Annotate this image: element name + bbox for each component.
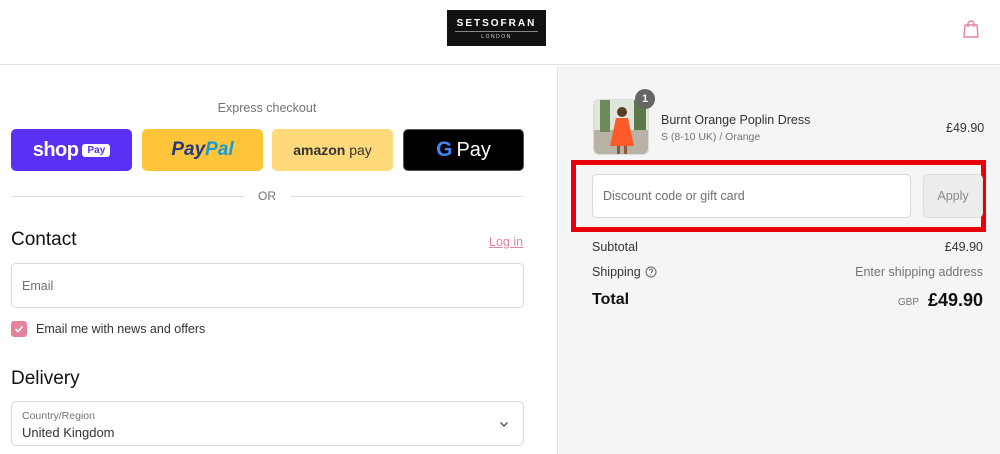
product-price: £49.90 bbox=[946, 121, 985, 135]
subtotal-label: Subtotal bbox=[592, 240, 638, 254]
shop-pay-word: shop bbox=[32, 138, 79, 161]
amazon-pay-word: pay bbox=[345, 142, 372, 158]
google-g-icon: G bbox=[436, 138, 453, 161]
express-checkout-title: Express checkout bbox=[217, 101, 317, 115]
product-name: Burnt Orange Poplin Dress bbox=[661, 113, 811, 127]
newsletter-checkbox[interactable] bbox=[11, 321, 27, 337]
divider-right bbox=[290, 196, 523, 197]
product-variant: S (8-10 UK) / Orange bbox=[661, 131, 761, 143]
amazon-word: amazon bbox=[293, 142, 346, 158]
google-pay-word: Pay bbox=[456, 138, 491, 161]
login-link[interactable]: Log in bbox=[489, 235, 523, 249]
paypal-button[interactable]: Pay Pal bbox=[142, 129, 263, 171]
apply-button[interactable]: Apply bbox=[923, 174, 983, 218]
google-pay-button[interactable]: G Pay bbox=[403, 129, 524, 171]
checkmark-icon bbox=[14, 325, 24, 333]
country-value: United Kingdom bbox=[22, 425, 115, 440]
amazon-pay-logo: amazon pay bbox=[293, 142, 372, 158]
total-value: £49.90 bbox=[927, 290, 983, 310]
store-logo[interactable]: SETSOFRAN LONDON bbox=[447, 10, 546, 46]
quantity-badge: 1 bbox=[635, 89, 655, 109]
contact-heading: Contact bbox=[11, 229, 77, 250]
total-label: Total bbox=[592, 291, 630, 308]
shop-pay-button[interactable]: shop Pay bbox=[11, 129, 132, 171]
order-summary: 1 Burnt Orange Poplin Dress S (8-10 UK) … bbox=[557, 66, 1000, 454]
delivery-heading: Delivery bbox=[11, 368, 80, 389]
email-field[interactable] bbox=[11, 263, 524, 308]
checkout-form: Express checkout shop Pay Pay Pal amazon … bbox=[0, 66, 557, 454]
shipping-value: Enter shipping address bbox=[855, 265, 983, 279]
or-separator: OR bbox=[258, 189, 276, 203]
country-label: Country/Region bbox=[22, 410, 95, 422]
logo-subtitle: LONDON bbox=[481, 34, 512, 40]
logo-brand: SETSOFRAN bbox=[456, 18, 537, 29]
discount-input[interactable] bbox=[593, 175, 910, 217]
newsletter-label: Email me with news and offers bbox=[36, 322, 206, 336]
discount-field[interactable] bbox=[592, 174, 911, 218]
divider-left bbox=[11, 196, 244, 197]
paypal-word-a: Pay bbox=[171, 139, 206, 160]
currency-code: GBP bbox=[897, 297, 919, 308]
country-select[interactable]: Country/Region United Kingdom bbox=[11, 401, 524, 446]
checkout-header: SETSOFRAN LONDON bbox=[0, 0, 1000, 65]
paypal-word-b: Pal bbox=[205, 139, 234, 160]
chevron-down-icon bbox=[500, 422, 508, 427]
shipping-label-wrap: Shipping bbox=[592, 265, 657, 279]
shipping-label: Shipping bbox=[592, 265, 641, 279]
shop-pay-badge: Pay bbox=[82, 143, 111, 157]
email-input[interactable] bbox=[12, 264, 523, 307]
logo-divider bbox=[455, 31, 538, 32]
subtotal-value: £49.90 bbox=[944, 240, 983, 254]
help-circle-icon[interactable] bbox=[645, 266, 657, 278]
shopping-bag-icon[interactable] bbox=[962, 19, 980, 38]
amazon-pay-button[interactable]: amazon pay bbox=[272, 129, 393, 171]
